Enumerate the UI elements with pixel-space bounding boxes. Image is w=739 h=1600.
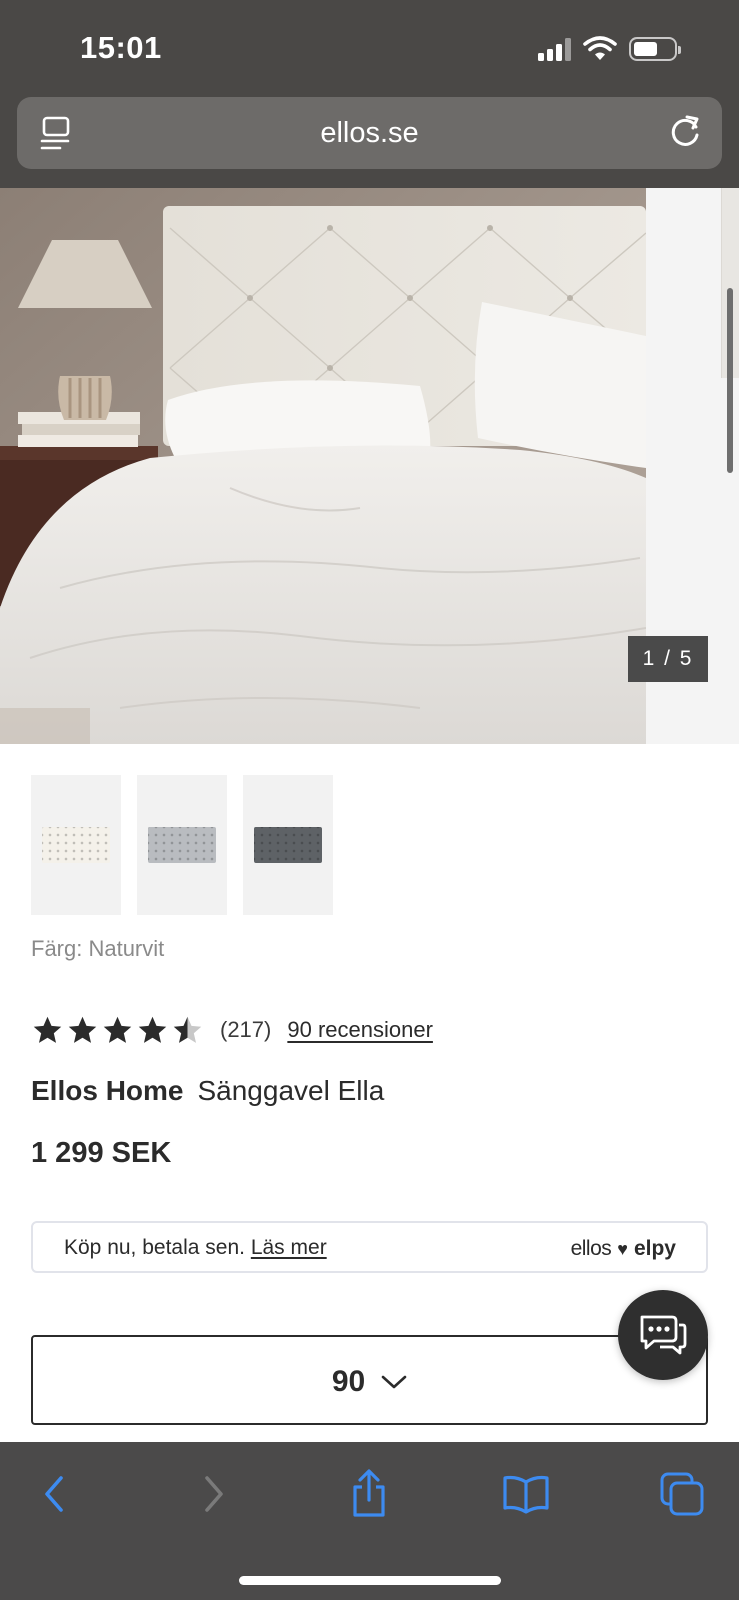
swatch-morkgra[interactable]	[243, 775, 333, 915]
color-swatches	[31, 775, 333, 915]
status-time: 15:01	[80, 30, 162, 65]
ellos-elpy-logo: ellos ♥ elpy	[571, 1237, 676, 1261]
logo-ellos-text: ellos	[570, 1237, 612, 1260]
tabs-icon	[660, 1472, 704, 1516]
chat-button[interactable]	[618, 1290, 708, 1380]
size-select-content: 90	[33, 1365, 706, 1399]
rating-count: (217)	[220, 1017, 272, 1042]
size-select-value: 90	[331, 1365, 366, 1398]
forward-button[interactable]	[186, 1466, 242, 1522]
home-indicator	[239, 1576, 501, 1585]
swatch-naturvit-image	[42, 827, 110, 863]
pay-later-text: Köp nu, betala sen. Läs mer	[64, 1236, 327, 1260]
reload-icon[interactable]	[666, 113, 704, 151]
browser-bottom-toolbar	[0, 1442, 739, 1600]
chevron-down-icon	[381, 1375, 407, 1389]
product-price: 1 299 SEK	[31, 1137, 172, 1169]
pay-later-banner: Köp nu, betala sen. Läs mer ellos ♥ elpy	[31, 1221, 708, 1273]
heart-icon: ♥	[617, 1238, 628, 1259]
cellular-signal-icon	[538, 37, 571, 61]
pay-later-message: Köp nu, betala sen.	[64, 1236, 245, 1259]
chevron-right-icon	[205, 1476, 223, 1512]
star-full-icon	[138, 1016, 167, 1043]
battery-icon	[629, 37, 681, 61]
star-full-icon	[68, 1016, 97, 1043]
swatch-naturvit[interactable]	[31, 775, 121, 915]
status-icons	[538, 34, 681, 64]
rating-stars	[31, 1014, 204, 1047]
product-title: Ellos Home Sänggavel Ella	[31, 1075, 384, 1107]
address-bar[interactable]: ellos.se	[17, 97, 722, 169]
product-image-gallery[interactable]: 1 / 5	[0, 188, 739, 744]
swatch-ljusgra-image	[148, 827, 216, 863]
url-text[interactable]: ellos.se	[17, 117, 722, 150]
browser-top-chrome: 15:01 ellos.se	[0, 0, 739, 188]
selected-color-label: Färg: Naturvit	[31, 936, 165, 961]
size-select[interactable]: 90	[31, 1335, 708, 1425]
gallery-scroll-indicator	[727, 288, 733, 473]
read-more-link[interactable]: Läs mer	[251, 1236, 327, 1259]
product-photo-headboard-bed[interactable]	[0, 188, 646, 744]
back-button[interactable]	[26, 1466, 82, 1522]
bookmarks-button[interactable]	[498, 1466, 554, 1522]
swatch-morkgra-image	[254, 827, 322, 863]
swatch-ljusgra[interactable]	[137, 775, 227, 915]
share-button[interactable]	[341, 1466, 397, 1522]
image-counter: 1 / 5	[628, 636, 708, 682]
tabs-button[interactable]	[654, 1466, 710, 1522]
chat-bubbles-icon	[640, 1315, 687, 1355]
reviews-link[interactable]: 90 recensioner	[287, 1017, 433, 1043]
bookmarks-book-icon	[503, 1475, 549, 1514]
wifi-icon	[583, 36, 617, 60]
logo-elpy-text: elpy	[633, 1237, 676, 1260]
rating-row[interactable]: (217) 90 recensioner	[31, 1012, 433, 1048]
star-full-icon	[103, 1016, 132, 1043]
star-full-icon	[33, 1016, 62, 1043]
product-brand[interactable]: Ellos Home	[31, 1075, 183, 1106]
share-icon	[353, 1469, 385, 1517]
product-name: Sänggavel Ella	[197, 1075, 385, 1106]
star-half-icon	[173, 1016, 202, 1043]
chevron-left-icon	[45, 1476, 63, 1512]
